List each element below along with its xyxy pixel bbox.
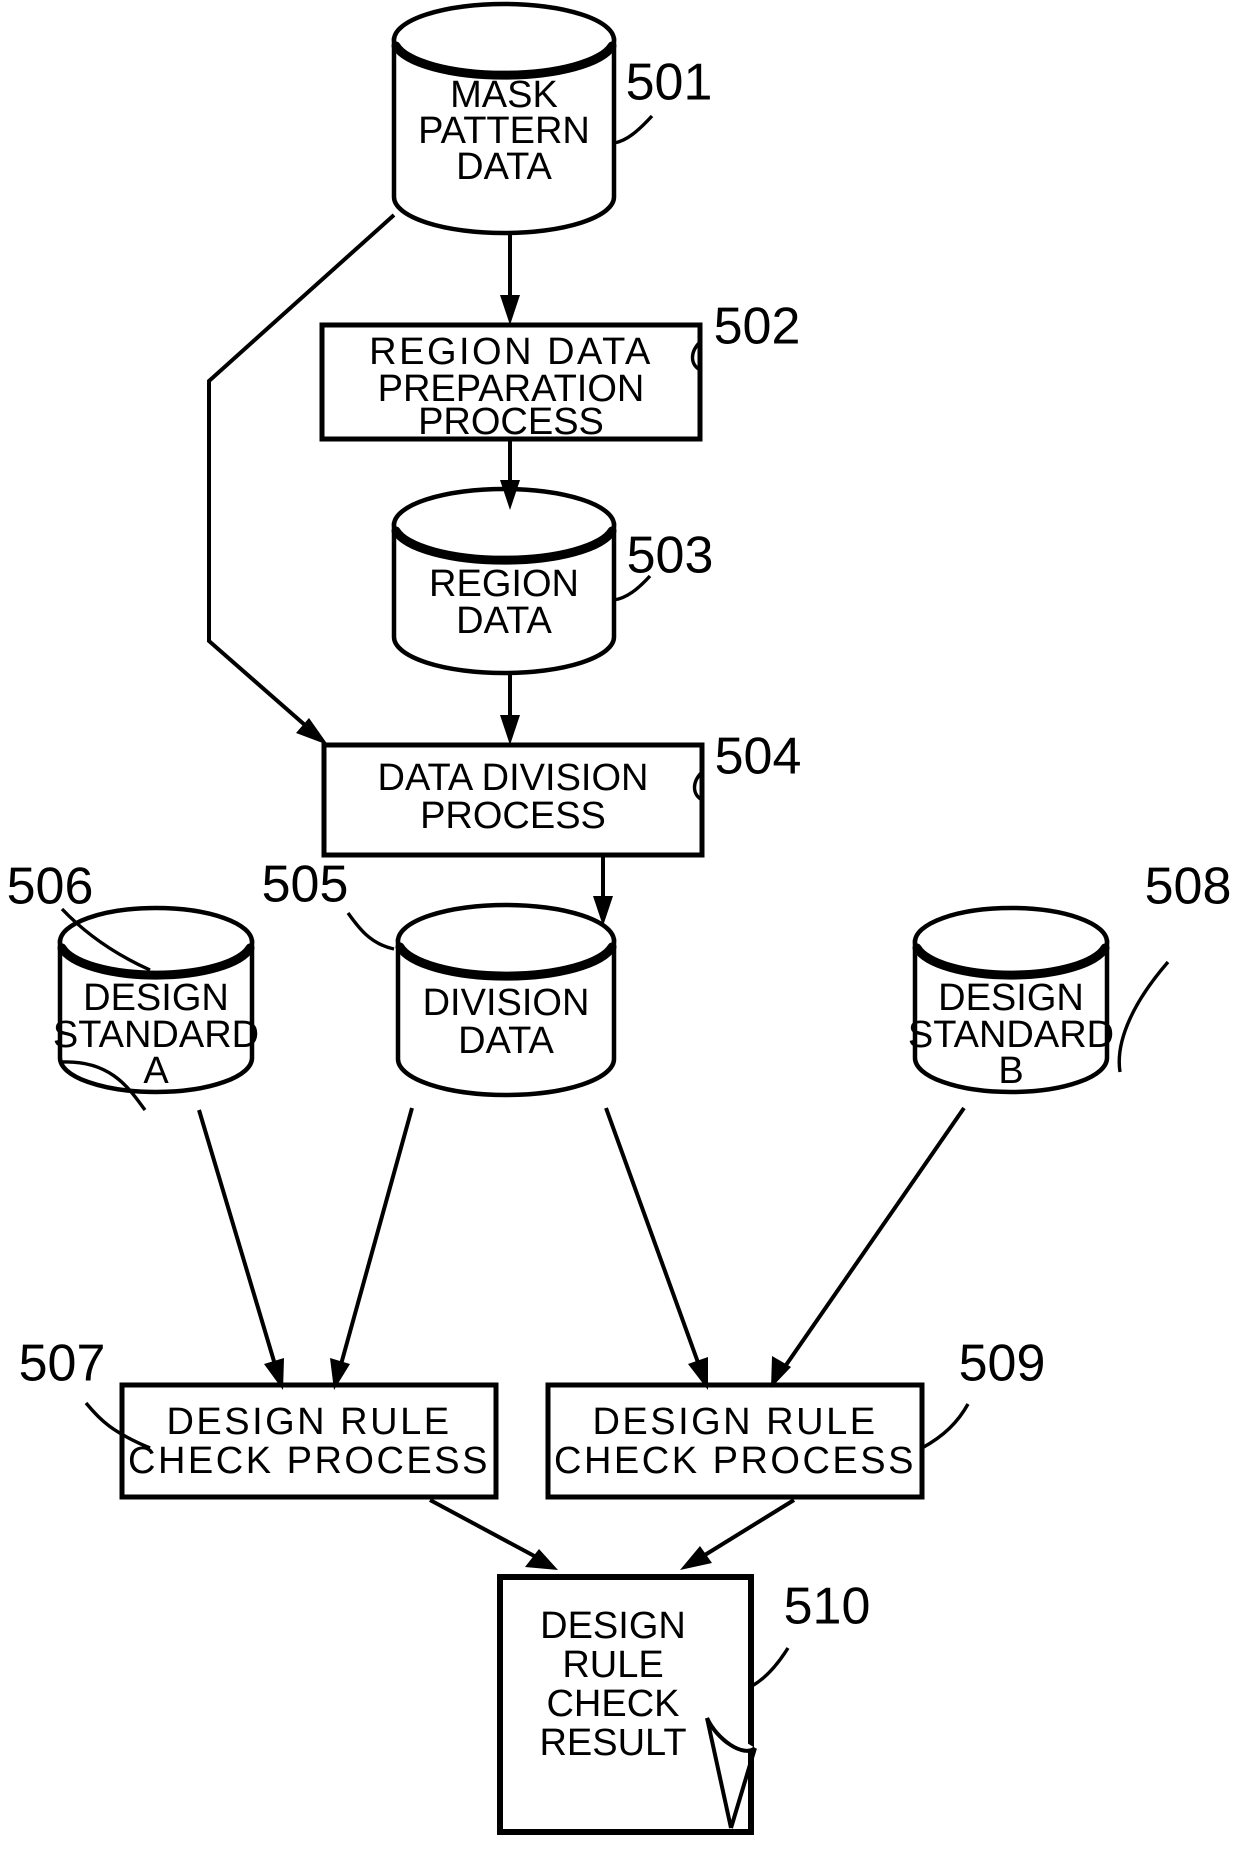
node-510-line-3: RESULT [539,1722,686,1764]
flowchart-diagram: MASK PATTERN DATA 501 REGION DATA PREPAR… [7,1,1232,1835]
node-507-line-1: CHECK PROCESS [128,1440,490,1482]
node-508-line-0: DESIGN [938,977,1084,1019]
ref-number-507: 507 [19,1335,106,1393]
node-510-line-2: CHECK [546,1683,679,1725]
node-503-region-data[interactable]: REGION DATA [391,486,617,676]
ref-label-505: 505 [262,856,395,951]
edge-501-to-502 [500,233,520,325]
ref-number-509: 509 [959,1335,1046,1393]
ref-label-509: 509 [921,1335,1046,1450]
edge-509-to-510 [680,1498,796,1570]
ref-number-502: 502 [714,298,801,356]
node-505-line-0: DIVISION [423,982,590,1024]
patent-figure: MASK PATTERN DATA 501 REGION DATA PREPAR… [0,0,1240,1851]
edge-505-to-509 [604,1107,708,1390]
node-505-line-1: DATA [458,1020,554,1062]
node-505-division-data[interactable]: DIVISION DATA [395,902,617,1098]
node-506-line-0: DESIGN [83,977,229,1019]
node-501-line-2: DATA [456,146,552,188]
node-502-line-2: PROCESS [418,401,604,443]
ref-number-503: 503 [627,527,714,585]
ref-number-510: 510 [784,1578,871,1636]
node-503-line-1: DATA [456,600,552,642]
node-510-design-rule-check-result[interactable]: DESIGN RULE CHECK RESULT [497,1574,757,1835]
ref-number-508: 508 [1145,858,1232,916]
edge-505-to-507 [330,1107,414,1390]
ref-label-501: 501 [613,54,713,145]
ref-number-504: 504 [715,728,802,786]
edge-504-to-505 [593,855,613,926]
node-504-line-0: DATA DIVISION [378,757,649,799]
ref-label-503: 503 [613,527,714,602]
node-504-line-1: PROCESS [420,795,606,837]
node-509-line-0: DESIGN RULE [592,1401,877,1443]
ref-label-502: 502 [690,298,801,372]
node-506-line-2: A [143,1050,169,1092]
node-502-line-0: REGION DATA [369,331,653,373]
node-503-line-0: REGION [429,563,579,605]
ref-label-508: 508 [1117,858,1232,1073]
edge-501-to-504 [207,213,396,745]
node-504-data-division-process[interactable]: DATA DIVISION PROCESS [321,742,705,858]
node-510-line-1: RULE [562,1644,663,1686]
edge-507-to-510 [429,1498,558,1570]
edge-503-to-504 [500,673,520,745]
ref-number-501: 501 [626,54,713,112]
node-507-design-rule-check-process[interactable]: DESIGN RULE CHECK PROCESS [119,1382,499,1500]
ref-label-510: 510 [751,1578,871,1688]
ref-number-506: 506 [7,858,94,916]
node-509-design-rule-check-process[interactable]: DESIGN RULE CHECK PROCESS [545,1382,925,1500]
node-502-region-data-preparation-process[interactable]: REGION DATA PREPARATION PROCESS [319,322,703,443]
edge-508-to-509 [771,1106,966,1388]
edge-506-to-507 [197,1109,284,1390]
node-509-line-1: CHECK PROCESS [554,1440,916,1482]
ref-label-504: 504 [692,728,802,802]
node-501-mask-pattern-data[interactable]: MASK PATTERN DATA [391,1,617,236]
node-508-line-2: B [998,1050,1023,1092]
node-507-line-0: DESIGN RULE [166,1401,451,1443]
node-508-design-standard-b[interactable]: DESIGN STANDARD B [908,905,1114,1095]
ref-number-505: 505 [262,856,349,914]
node-510-line-0: DESIGN [540,1605,686,1647]
